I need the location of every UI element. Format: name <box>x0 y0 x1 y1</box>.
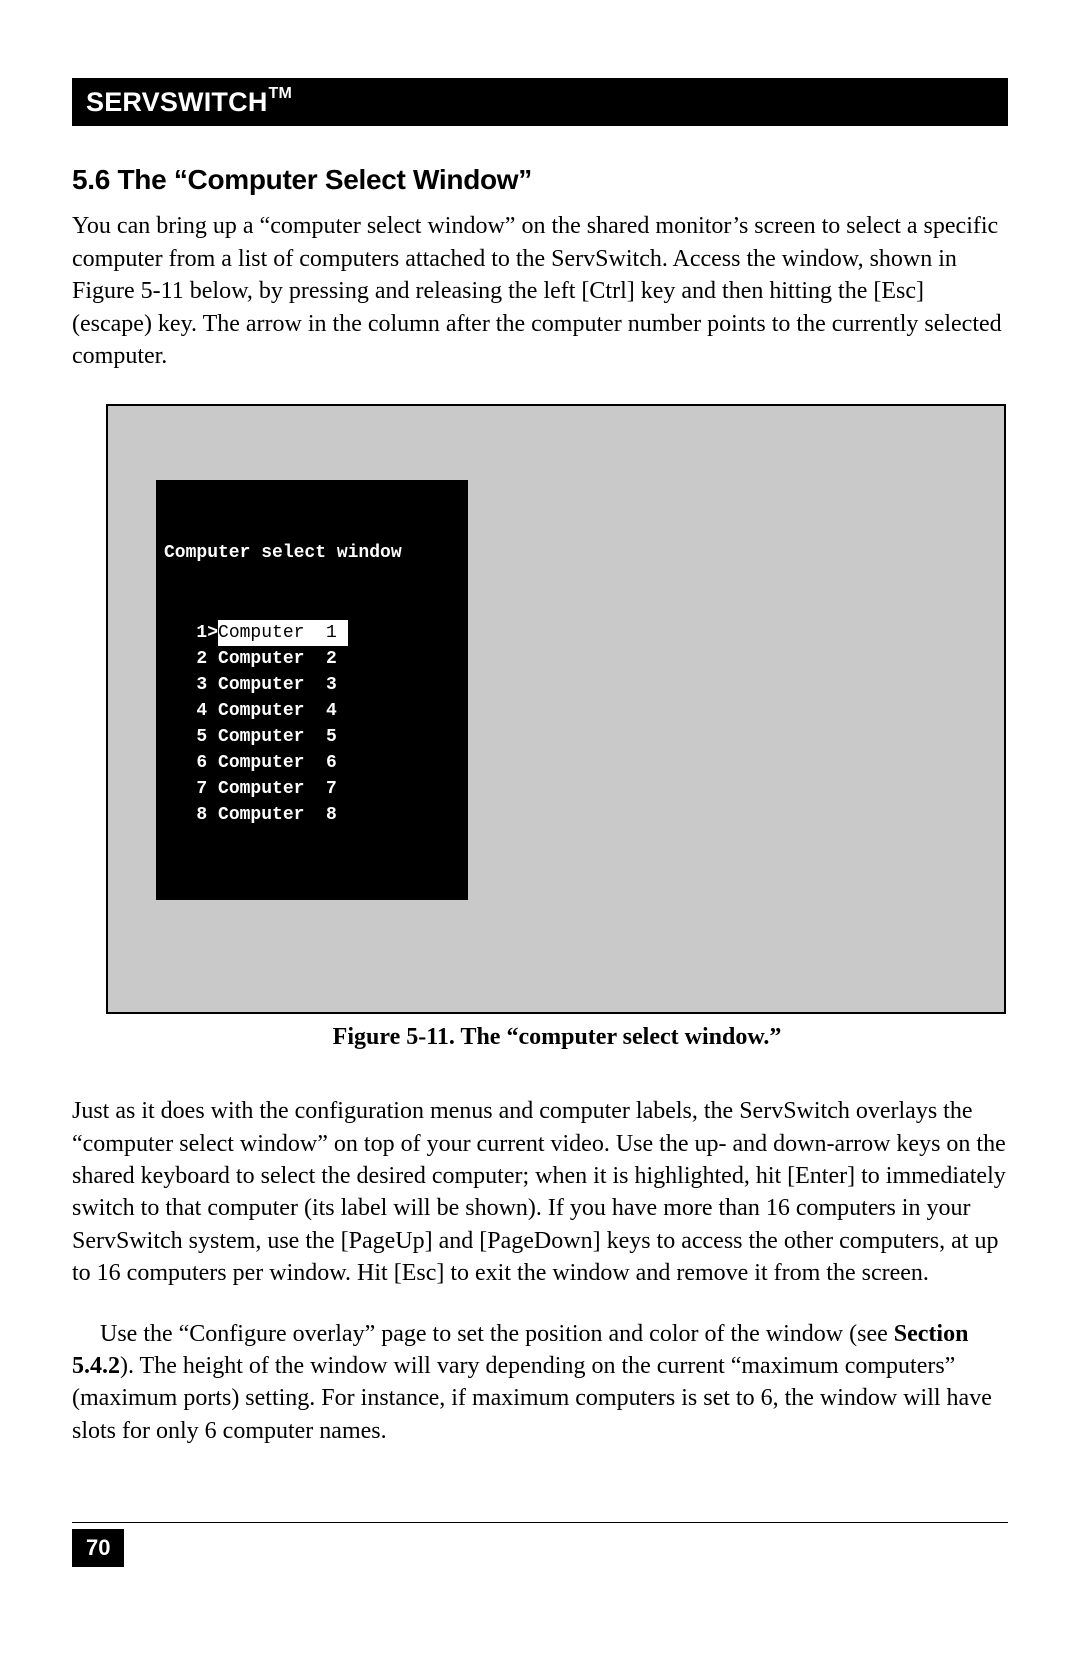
section-heading: 5.6 The “Computer Select Window” <box>72 164 1008 196</box>
overlay-paragraph: Use the “Configure overlay” page to set … <box>72 1318 1008 1448</box>
footer-rule <box>72 1522 1008 1523</box>
list-item[interactable]: 3 Computer 3 <box>164 672 460 698</box>
figure-region: Computer select window 1>Computer 1 2 Co… <box>106 404 1008 1051</box>
panel-title: Computer select window <box>164 540 460 566</box>
trademark-symbol: TM <box>269 85 293 102</box>
list-item[interactable]: 8 Computer 8 <box>164 802 460 828</box>
page-number: 70 <box>72 1529 124 1567</box>
figure-box: Computer select window 1>Computer 1 2 Co… <box>106 404 1006 1014</box>
overlay-para-pre: Use the “Configure overlay” page to set … <box>100 1321 894 1347</box>
instructions-paragraph: Just as it does with the configuration m… <box>72 1095 1008 1289</box>
panel-rows: 1>Computer 1 2 Computer 2 3 Computer 3 4… <box>164 620 460 828</box>
page-footer: 70 <box>72 1522 1008 1567</box>
title-bar: SERVSWITCHTM <box>72 78 1008 126</box>
list-item[interactable]: 7 Computer 7 <box>164 776 460 802</box>
list-item[interactable]: 2 Computer 2 <box>164 646 460 672</box>
intro-paragraph: You can bring up a “computer select wind… <box>72 210 1008 372</box>
list-item[interactable]: 6 Computer 6 <box>164 750 460 776</box>
brand-name: SERVSWITCH <box>86 87 268 117</box>
selected-item-label: Computer 1 <box>218 620 348 646</box>
list-item[interactable]: 1>Computer 1 <box>164 620 460 646</box>
overlay-para-post: ). The height of the window will vary de… <box>72 1353 992 1444</box>
list-item[interactable]: 5 Computer 5 <box>164 724 460 750</box>
list-item[interactable]: 4 Computer 4 <box>164 698 460 724</box>
figure-caption: Figure 5-11. The “computer select window… <box>106 1024 1008 1051</box>
computer-select-panel: Computer select window 1>Computer 1 2 Co… <box>156 480 468 900</box>
